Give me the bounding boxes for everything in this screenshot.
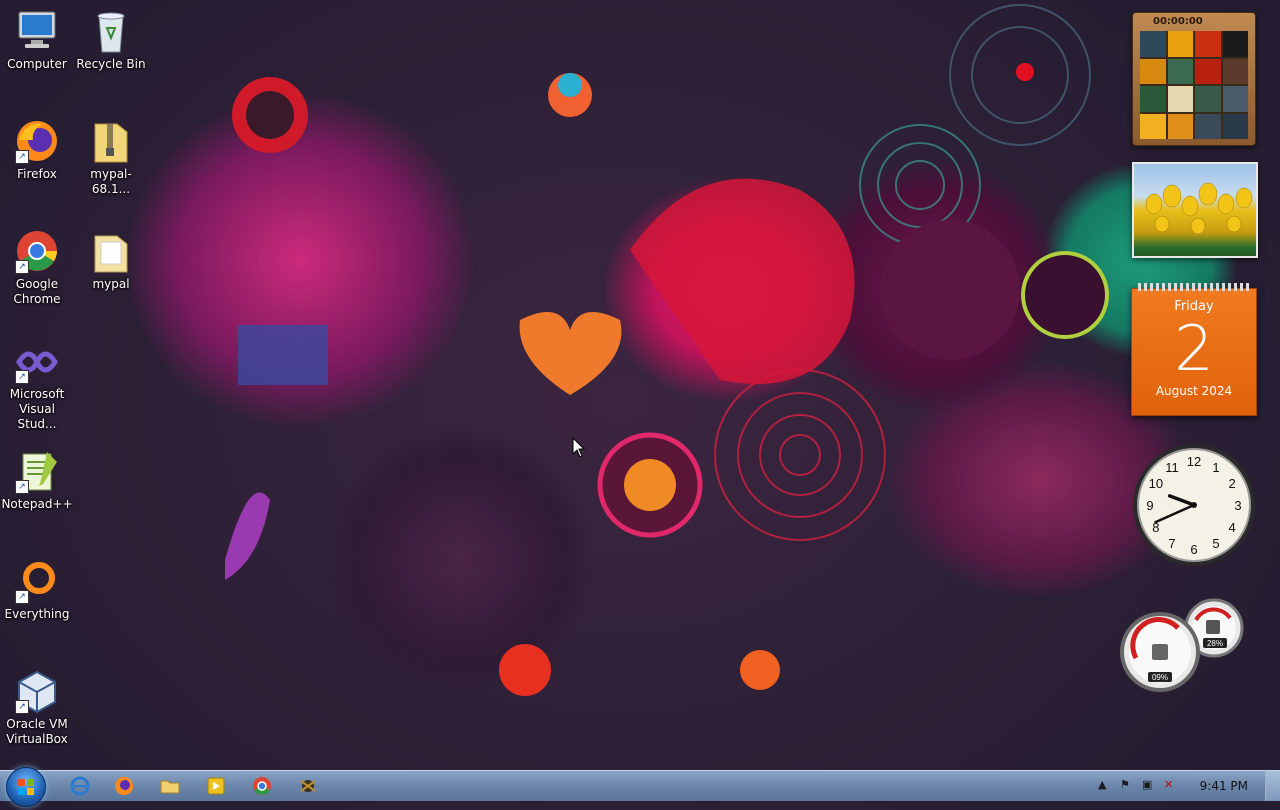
windows-logo-icon xyxy=(18,779,34,795)
shortcut-arrow-icon: ↗ xyxy=(15,150,29,164)
action-center-flag-icon[interactable]: ⚑ xyxy=(1120,778,1130,791)
shortcut-arrow-icon: ↗ xyxy=(15,700,29,714)
clock-number: 1 xyxy=(1212,460,1219,475)
desktop-icon-chrome[interactable]: ↗ Google Chrome xyxy=(0,228,74,307)
taskbar-internet-explorer[interactable] xyxy=(60,774,100,798)
internet-explorer-icon xyxy=(70,776,90,796)
desktop-icon-label: Oracle VM VirtualBox xyxy=(6,717,68,746)
calendar-month-year: August 2024 xyxy=(1155,384,1233,398)
desktop-icon-label: Everything xyxy=(4,607,70,621)
everything-icon: ↗ xyxy=(13,558,61,604)
desktop-icon-everything[interactable]: ↗ Everything xyxy=(0,558,74,622)
desktop-icon-label: Notepad++ xyxy=(1,497,73,511)
chrome-icon xyxy=(253,777,271,795)
start-button[interactable] xyxy=(6,767,46,807)
clock-number: 4 xyxy=(1228,520,1235,535)
wallpaper xyxy=(225,4,1109,696)
firefox-icon xyxy=(115,777,133,795)
clock-number: 3 xyxy=(1234,498,1241,513)
virtualbox-icon: ↗ xyxy=(13,668,61,714)
taskbar-firefox[interactable] xyxy=(104,774,144,798)
notepadpp-icon: ↗ xyxy=(13,448,61,494)
taskbar-chrome[interactable] xyxy=(242,774,282,798)
clock-number: 6 xyxy=(1190,542,1197,557)
puzzle-grid[interactable] xyxy=(1140,31,1248,139)
clock-gadget[interactable]: 12 1234567891011 xyxy=(1131,442,1257,568)
clock-number: 11 xyxy=(1165,460,1179,475)
desktop-icon-mypal-folder[interactable]: mypal xyxy=(74,228,148,292)
clock-number: 5 xyxy=(1212,536,1219,551)
mouse-cursor-icon xyxy=(572,437,586,458)
calendar-date: 2 xyxy=(1174,312,1214,385)
zip-folder-icon xyxy=(87,118,135,164)
clock-number: 10 xyxy=(1149,476,1163,491)
desktop-icon-label: Microsoft Visual Stud... xyxy=(9,387,65,431)
folder-icon xyxy=(87,228,135,274)
shortcut-arrow-icon: ↗ xyxy=(15,590,29,604)
taskbar-media-player[interactable] xyxy=(196,774,236,798)
desktop-icon-virtualbox[interactable]: ↗ Oracle VM VirtualBox xyxy=(0,668,74,747)
slideshow-gadget[interactable] xyxy=(1132,162,1258,258)
shortcut-arrow-icon: ↗ xyxy=(15,370,29,384)
desktop-icon-label: Computer xyxy=(7,57,67,71)
desktop-icon-visual-studio[interactable]: ↗ Microsoft Visual Stud... xyxy=(0,338,74,432)
taskbar: ▲ ⚑ ▣ ✕ 9:41 PM xyxy=(0,767,1280,807)
desktop-icon-computer[interactable]: Computer xyxy=(0,8,74,72)
desktop-icon-label: Recycle Bin xyxy=(76,57,146,71)
media-player-icon xyxy=(207,777,225,795)
system-tray: ▲ ⚑ ▣ ✕ 9:41 PM xyxy=(1080,771,1280,801)
file-explorer-icon xyxy=(160,780,180,794)
show-desktop-button[interactable] xyxy=(1265,771,1280,801)
calendar-gadget[interactable]: Friday 2 August 2024 xyxy=(1131,283,1257,416)
shortcut-arrow-icon: ↗ xyxy=(15,260,29,274)
clock-number: 2 xyxy=(1228,476,1235,491)
taskbar-file-explorer[interactable] xyxy=(150,774,190,798)
puzzle-timer: 00:00:00 xyxy=(1153,16,1203,27)
app-icon xyxy=(300,780,316,792)
calendar-rings xyxy=(1138,283,1250,291)
clock-number: 12 xyxy=(1187,454,1201,469)
firefox-icon: ↗ xyxy=(13,118,61,164)
desktop-icon-firefox[interactable]: ↗ Firefox xyxy=(0,118,74,182)
shortcut-arrow-icon: ↗ xyxy=(15,480,29,494)
visual-studio-icon: ↗ xyxy=(13,338,61,384)
cpu-meter-gadget[interactable]: 09% 28% xyxy=(1118,598,1248,694)
desktop-icon-recycle-bin[interactable]: Recycle Bin xyxy=(74,8,148,72)
desktop-icon-notepadpp[interactable]: ↗ Notepad++ xyxy=(0,448,74,512)
desktop-icon-label: mypal-68.1... xyxy=(90,167,132,196)
desktop-icon-label: Firefox xyxy=(17,167,57,181)
recycle-bin-icon xyxy=(87,8,135,54)
taskbar-app[interactable] xyxy=(288,774,328,798)
clock-number: 9 xyxy=(1146,498,1153,513)
desktop-icon-mypal-zip[interactable]: mypal-68.1... xyxy=(74,118,148,197)
desktop-icon-label: Google Chrome xyxy=(13,277,61,306)
cpu-usage-readout: 09% xyxy=(1152,673,1168,682)
picture-puzzle-gadget[interactable]: 00:00:00 xyxy=(1132,12,1256,146)
clock-number: 7 xyxy=(1168,536,1175,551)
volume-muted-icon[interactable]: ✕ xyxy=(1164,778,1173,791)
network-icon[interactable]: ▣ xyxy=(1142,778,1152,791)
desktop-icon-label: mypal xyxy=(92,277,130,291)
tulips-photo xyxy=(1145,182,1253,235)
show-hidden-icons-chevron-icon[interactable]: ▲ xyxy=(1098,778,1106,791)
memory-usage-readout: 28% xyxy=(1207,639,1223,648)
taskbar-clock[interactable]: 9:41 PM xyxy=(1200,779,1248,793)
chrome-icon: ↗ xyxy=(13,228,61,274)
computer-icon xyxy=(13,8,61,54)
